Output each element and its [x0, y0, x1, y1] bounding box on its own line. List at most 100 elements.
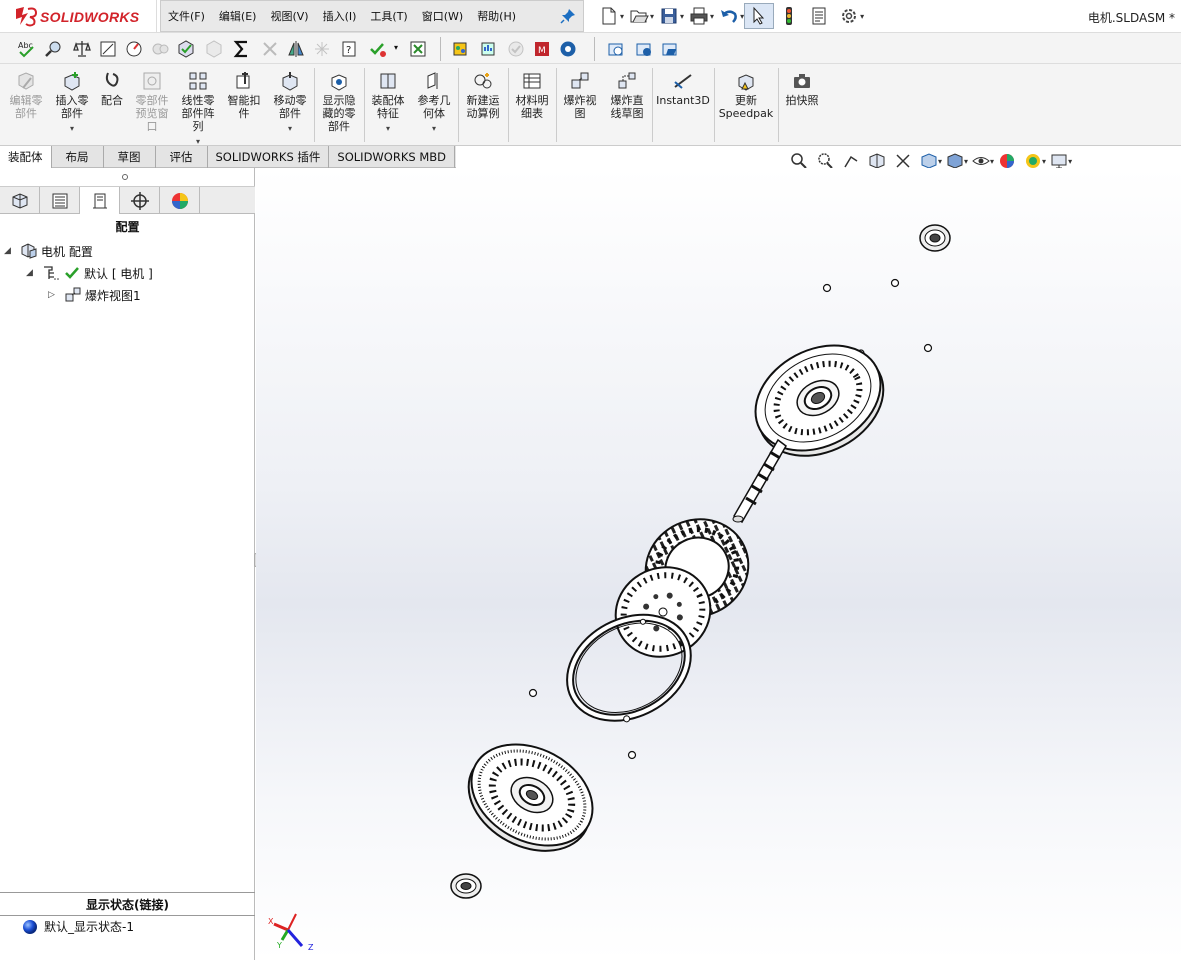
- insert-component-dropdown-icon[interactable]: ▾: [70, 122, 74, 135]
- pin-icon[interactable]: [560, 8, 576, 24]
- property-manager-icon[interactable]: [40, 187, 80, 214]
- tab-layout[interactable]: 布局: [52, 146, 104, 168]
- explode-line-sketch-button[interactable]: 爆炸直 线草图: [605, 70, 649, 120]
- costing-icon[interactable]: [476, 37, 500, 61]
- rear-end-cover[interactable]: [737, 325, 901, 477]
- menu-file[interactable]: 文件(F): [161, 8, 212, 24]
- show-hidden-components-button[interactable]: 显示隐 藏的零 部件: [318, 70, 360, 133]
- assembly-icon: [21, 243, 37, 259]
- menu-edit[interactable]: 编辑(E): [212, 8, 264, 24]
- sensor-icon[interactable]: [122, 37, 146, 61]
- measure-icon[interactable]: [42, 37, 66, 61]
- motor-shaft[interactable]: [732, 438, 787, 524]
- menu-view[interactable]: 视图(V): [263, 8, 315, 24]
- tab-assembly[interactable]: 装配体: [0, 146, 52, 168]
- display-state-title: 显示状态(链接): [0, 892, 255, 916]
- take-snapshot-button[interactable]: 拍快照: [782, 70, 822, 107]
- tree-item-root[interactable]: ◢ 电机 配置: [4, 242, 93, 260]
- linear-component-pattern-button[interactable]: 线性零 部件阵 列 ▾: [176, 70, 220, 148]
- view-settings-dropdown-icon[interactable]: ▾: [1068, 157, 1072, 166]
- new-icon[interactable]: [594, 3, 624, 29]
- assembly-features-dropdown-icon[interactable]: ▾: [386, 122, 390, 135]
- design-checker-icon[interactable]: [448, 37, 472, 61]
- compare-documents-icon[interactable]: [366, 37, 390, 61]
- insert-component-button[interactable]: 插入零 部件 ▾: [52, 70, 92, 135]
- fastener-screws[interactable]: [528, 278, 933, 760]
- interference-detection-icon[interactable]: [174, 37, 198, 61]
- update-speedpak-button[interactable]: 更新 Speedpak: [718, 70, 774, 120]
- simulation-icon[interactable]: [556, 37, 580, 61]
- large-assembly-icon[interactable]: [406, 37, 430, 61]
- expand-toggle-icon[interactable]: ◢: [4, 246, 14, 256]
- front-end-cover[interactable]: [451, 724, 610, 871]
- mate-button[interactable]: 配合: [96, 70, 128, 107]
- smart-fasteners-button[interactable]: 智能扣 件: [224, 70, 264, 120]
- open-icon[interactable]: [624, 3, 654, 29]
- display-state-label: 默认_显示状态-1: [44, 920, 134, 934]
- reference-geometry-button[interactable]: 参考几 何体 ▾: [414, 70, 454, 135]
- options-icon[interactable]: [834, 3, 864, 29]
- check-dropdown-icon[interactable]: ▾: [394, 43, 398, 52]
- configuration-manager-icon[interactable]: [80, 187, 120, 214]
- tab-evaluate[interactable]: 评估: [156, 146, 208, 168]
- top-bearing[interactable]: [919, 224, 951, 252]
- section-properties-icon[interactable]: [96, 37, 120, 61]
- addin-icon-2[interactable]: [632, 37, 656, 61]
- save-icon[interactable]: [654, 3, 684, 29]
- exploded-assembly-model[interactable]: [256, 168, 1181, 960]
- reference-geometry-dropdown-icon[interactable]: ▾: [432, 122, 436, 135]
- tab-solidworks-mbd[interactable]: SOLIDWORKS MBD: [329, 146, 456, 168]
- rebuild-icon[interactable]: [774, 3, 804, 29]
- speedpak-label: 更新 Speedpak: [718, 94, 774, 120]
- dimxpert-manager-icon[interactable]: [120, 187, 160, 214]
- dfm-icon[interactable]: M: [530, 37, 554, 61]
- symmetry-check-icon[interactable]: [284, 37, 308, 61]
- feature-manager-icon[interactable]: [0, 187, 40, 214]
- tab-sketch[interactable]: 草图: [104, 146, 156, 168]
- reference-geometry-label: 参考几 何体: [417, 94, 451, 120]
- tree-item-exploded-view[interactable]: ▷ 爆炸视图1: [48, 286, 141, 304]
- display-state-item[interactable]: 默认_显示状态-1: [22, 918, 134, 935]
- tab-solidworks-addins[interactable]: SOLIDWORKS 插件: [208, 146, 330, 168]
- addin-icon-1[interactable]: [604, 37, 628, 61]
- bottom-bearing[interactable]: [450, 873, 482, 899]
- move-component-dropdown-icon[interactable]: ▾: [288, 122, 292, 135]
- tree-item-default-config[interactable]: ◢ 默认 [ 电机 ]: [26, 264, 153, 282]
- menu-insert[interactable]: 插入(I): [316, 8, 364, 24]
- bill-of-materials-button[interactable]: 材料明 细表: [512, 70, 552, 120]
- solidworks-logo[interactable]: SOLIDWORKS: [0, 0, 157, 32]
- print-icon[interactable]: [684, 3, 714, 29]
- ribbon-divider: [458, 68, 459, 142]
- move-component-button[interactable]: 移动零 部件 ▾: [270, 70, 310, 135]
- panel-handle-icon[interactable]: [122, 174, 128, 180]
- exploded-view-button[interactable]: 爆炸视 图: [560, 70, 600, 120]
- mate-icon: [100, 70, 124, 92]
- assembly-features-icon: [376, 70, 400, 92]
- file-properties-icon[interactable]: [804, 3, 834, 29]
- snapshot-label: 拍快照: [785, 94, 819, 107]
- tree-item-label: 爆炸视图1: [85, 288, 141, 303]
- undo-icon[interactable]: [714, 3, 744, 29]
- graphics-area[interactable]: X Y Z: [256, 168, 1181, 960]
- display-manager-icon[interactable]: [160, 187, 200, 214]
- menu-tools[interactable]: 工具(T): [363, 8, 414, 24]
- assembly-features-button[interactable]: 装配体 特征 ▾: [368, 70, 408, 135]
- component-preview-window-button[interactable]: 零部件 预览窗 口: [132, 70, 172, 133]
- new-motion-study-button[interactable]: 新建运 动算例: [462, 70, 504, 120]
- mate-label: 配合: [101, 94, 123, 107]
- menu-help[interactable]: 帮助(H): [470, 8, 523, 24]
- check-icon[interactable]: ?: [338, 37, 362, 61]
- expand-toggle-icon[interactable]: ◢: [26, 268, 36, 278]
- command-manager-tabs: 装配体 布局 草图 评估 SOLIDWORKS 插件 SOLIDWORKS MB…: [0, 146, 456, 168]
- addin-icon-3[interactable]: [658, 37, 682, 61]
- select-icon[interactable]: [744, 3, 775, 29]
- mass-properties-icon[interactable]: [70, 37, 94, 61]
- document-title: 电机.SLDASM *: [1087, 11, 1175, 25]
- instant3d-button[interactable]: Instant3D: [655, 70, 711, 107]
- collapse-toggle-icon[interactable]: ▷: [48, 290, 58, 300]
- sigma-icon[interactable]: [230, 37, 254, 61]
- coordinate-triad-icon[interactable]: X Y Z: [266, 910, 318, 950]
- menu-window[interactable]: 窗口(W): [415, 8, 470, 24]
- edit-component-button[interactable]: 编辑零 部件: [6, 70, 46, 120]
- spelling-check-icon[interactable]: Abc: [14, 37, 38, 61]
